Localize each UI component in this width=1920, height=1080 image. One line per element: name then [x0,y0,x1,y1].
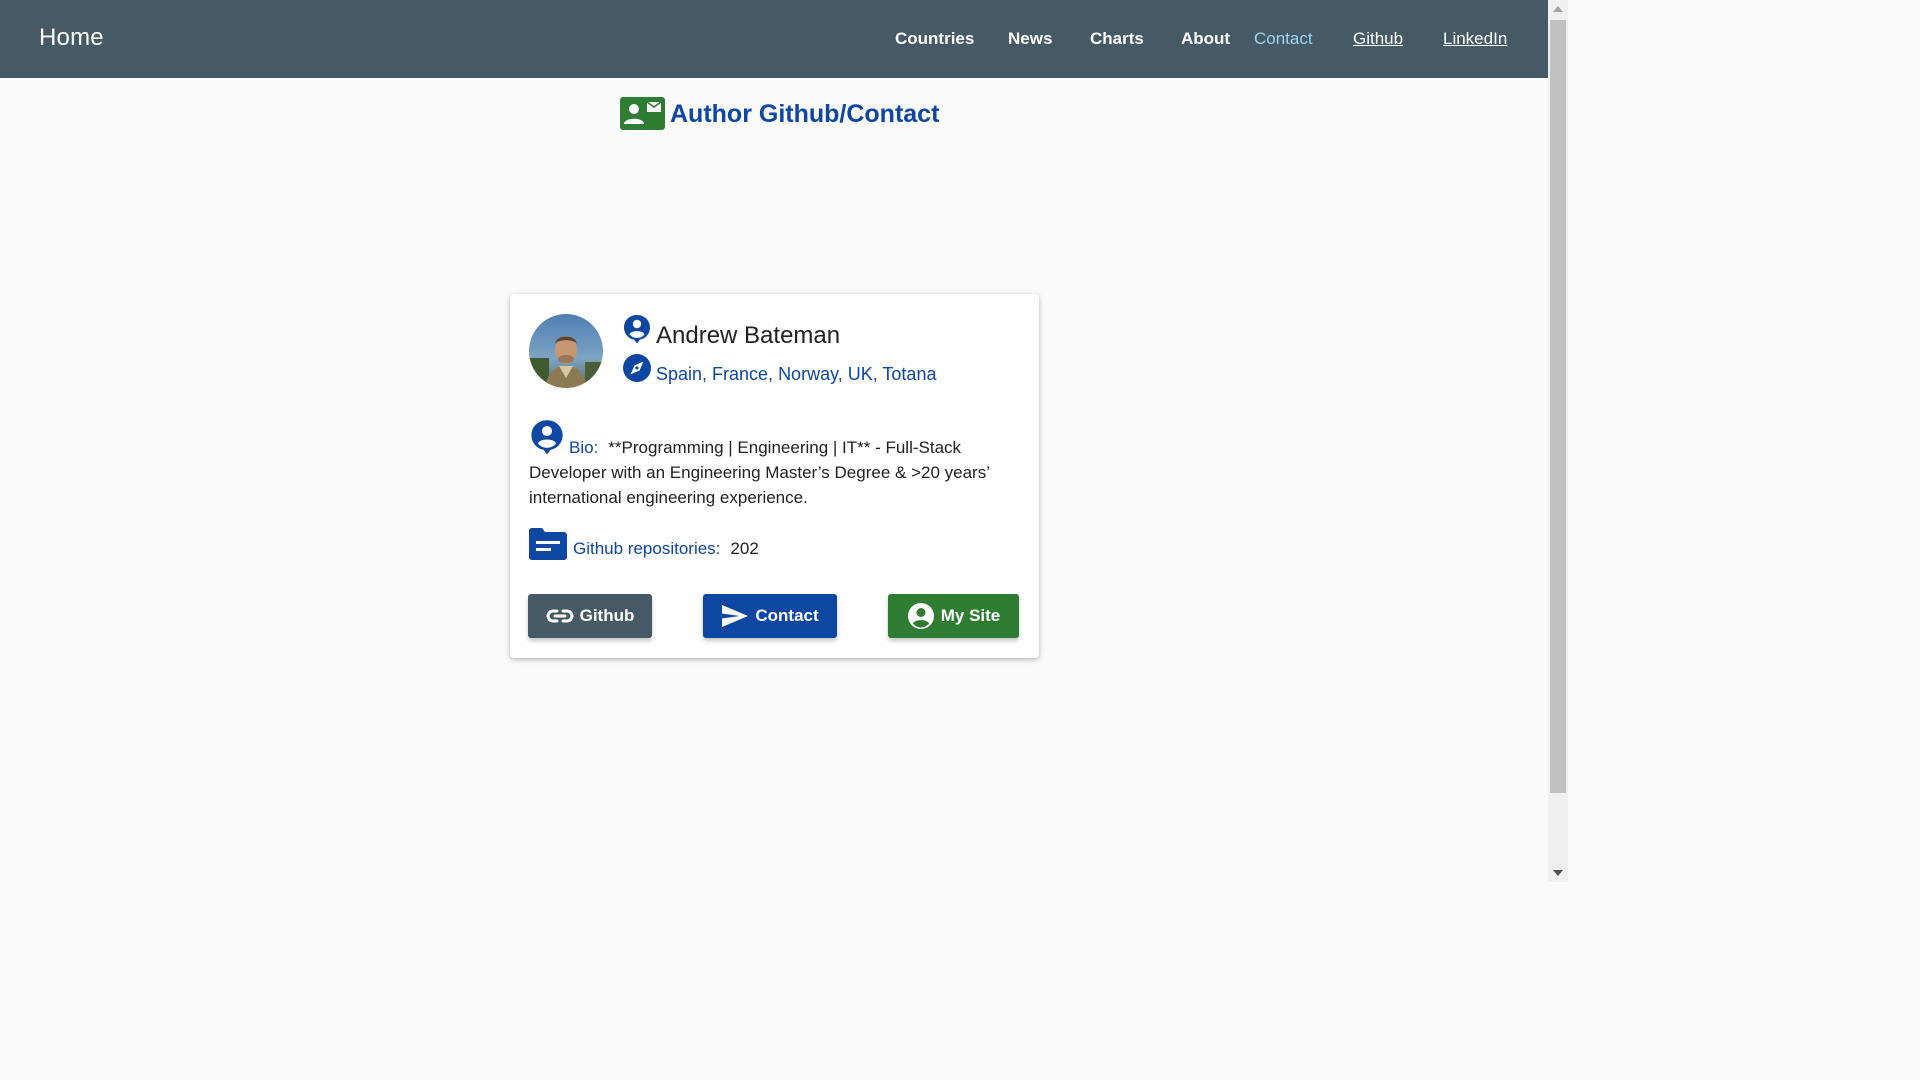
contact-mail-icon [620,97,665,130]
home-link[interactable]: Home [39,24,104,52]
nav-link-linkedin[interactable]: LinkedIn [1443,29,1507,49]
github-button[interactable]: Github [528,594,652,638]
nav-link-countries[interactable]: Countries [895,29,974,49]
account-circle-icon [907,603,934,629]
contact-button-label: Contact [755,606,819,625]
person-pin-icon [531,420,563,455]
repos-count: 202 [730,539,759,558]
my-site-button-label: My Site [940,606,1001,625]
link-icon [546,609,574,623]
location-row: Spain, France, Norway, UK, Totana [622,353,936,385]
repos-row: Github repositories: 202 [529,528,759,560]
bio-section: Bio: **Programming | Engineering | IT** -… [529,420,1019,510]
profile-card: Andrew Bateman Spain, France, Norway, UK… [510,294,1039,658]
repos-label: Github repositories: [573,539,721,558]
scroll-down-arrow-icon[interactable] [1553,870,1563,876]
my-site-button[interactable]: My Site [888,594,1019,638]
scroll-up-arrow-icon[interactable] [1553,6,1563,12]
bio-text: **Programming | Engineering | IT** - Ful… [529,438,990,507]
scrollbar-thumb[interactable] [1550,20,1566,793]
explore-compass-icon [623,354,651,382]
send-icon [722,605,749,627]
nav-link-charts[interactable]: Charts [1090,29,1144,49]
page-title: Author Github/Contact [620,96,939,132]
avatar [529,314,603,388]
person-pin-icon [624,315,650,344]
profile-location: Spain, France, Norway, UK, Totana [656,364,937,384]
contact-button[interactable]: Contact [703,594,837,638]
github-button-label: Github [579,606,635,625]
folder-icon [529,528,567,560]
bio-label: Bio: [569,438,599,457]
top-navbar: Home Countries News Charts About Contact… [0,0,1548,78]
nav-link-news[interactable]: News [1008,29,1052,49]
vertical-scrollbar[interactable] [1548,0,1568,882]
page-title-text: Author Github/Contact [670,99,940,128]
nav-link-github[interactable]: Github [1353,29,1403,49]
nav-link-contact[interactable]: Contact [1254,29,1313,49]
profile-name: Andrew Bateman [656,322,841,349]
name-row: Andrew Bateman [622,314,840,350]
nav-link-about[interactable]: About [1181,29,1230,49]
